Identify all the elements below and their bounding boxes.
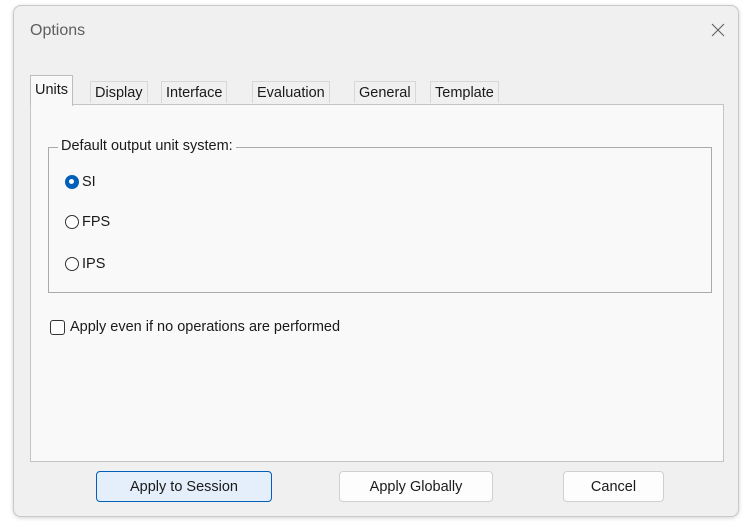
units-tab-panel: Default output unit system: SI FPS IPS A…: [30, 104, 724, 462]
apply-even-checkbox[interactable]: [50, 319, 65, 335]
unit-system-group: Default output unit system: SI FPS IPS: [48, 138, 712, 293]
radio-si[interactable]: SI: [65, 170, 96, 194]
tab-units[interactable]: Units: [30, 75, 74, 106]
tab-display[interactable]: Display: [90, 81, 148, 103]
apply-even-label: Apply even if no operations are performe…: [70, 319, 341, 335]
close-icon: [711, 23, 725, 37]
apply-even-checkbox-row[interactable]: Apply even if no operations are performe…: [50, 315, 340, 339]
dialog-title: Options: [30, 22, 86, 39]
radio-si-label: SI: [82, 174, 96, 190]
tab-evaluation[interactable]: Evaluation: [252, 81, 330, 103]
apply-to-session-button[interactable]: Apply to Session: [96, 471, 272, 502]
title-bar[interactable]: Options: [14, 6, 738, 56]
close-button[interactable]: [704, 16, 732, 44]
tab-interface[interactable]: Interface: [161, 81, 228, 103]
radio-fps[interactable]: FPS: [65, 210, 110, 234]
options-dialog: Options Units Display Interface Evaluati…: [13, 5, 739, 517]
group-label: Default output unit system:: [58, 138, 236, 154]
radio-ips-label: IPS: [82, 256, 106, 272]
radio-ips[interactable]: IPS: [65, 252, 105, 276]
radio-ips-button[interactable]: [65, 257, 79, 271]
radio-fps-button[interactable]: [65, 215, 79, 229]
cancel-button[interactable]: Cancel: [563, 471, 664, 502]
tab-template[interactable]: Template: [430, 81, 499, 103]
radio-fps-label: FPS: [82, 214, 111, 230]
radio-si-button[interactable]: [65, 175, 79, 189]
apply-globally-button[interactable]: Apply Globally: [339, 471, 493, 502]
tab-general[interactable]: General: [354, 81, 416, 103]
